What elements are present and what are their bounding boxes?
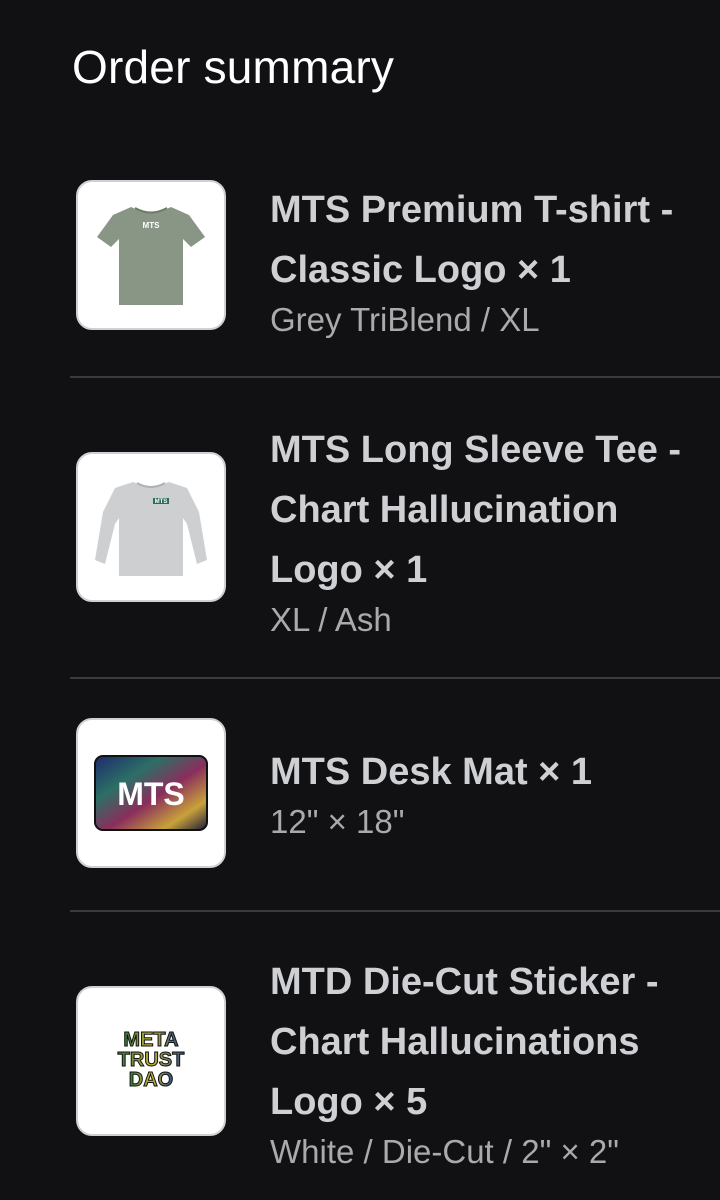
order-item[interactable]: MTS MTS Premium T-shirt - Classic Logo ×…	[0, 180, 720, 338]
sticker-image[interactable]: META TRUST DAO	[76, 986, 226, 1136]
item-variant: 12" × 18"	[270, 803, 405, 840]
desk-mat-logo-text: MTS	[117, 776, 185, 812]
long-sleeve-icon: MTS	[95, 482, 207, 576]
item-variant: Grey TriBlend / XL	[270, 301, 540, 338]
order-item[interactable]: MTS MTS Long Sleeve Tee - Chart Hallucin…	[0, 420, 720, 640]
desk-mat-icon: MTS	[94, 755, 208, 831]
divider	[70, 910, 720, 912]
item-title: MTD Die-Cut Sticker - Chart Hallucinatio…	[270, 961, 659, 1123]
item-title: MTS Long Sleeve Tee - Chart Hallucinatio…	[270, 429, 682, 591]
item-variant: XL / Ash	[270, 601, 392, 638]
long-sleeve-image[interactable]: MTS	[76, 452, 226, 602]
order-item[interactable]: META TRUST DAO MTD Die-Cut Sticker - Cha…	[0, 952, 720, 1182]
long-sleeve-logo-text: MTS	[155, 499, 168, 505]
tshirt-logo-text: MTS	[143, 221, 161, 230]
tshirt-icon: MTS	[97, 207, 205, 305]
page-title: Order summary	[72, 41, 395, 93]
tshirt-image[interactable]: MTS	[76, 180, 226, 330]
sticker-logo-line: DAO	[129, 1069, 173, 1091]
sticker-icon: META TRUST DAO	[117, 1029, 185, 1092]
item-variant: White / Die-Cut / 2" × 2"	[270, 1133, 619, 1170]
divider	[70, 376, 720, 378]
sticker-logo-line: TRUST	[118, 1049, 185, 1071]
divider	[70, 677, 720, 679]
desk-mat-image[interactable]: MTS	[76, 718, 226, 868]
item-title: MTS Premium T-shirt - Classic Logo × 1	[270, 189, 674, 291]
order-item[interactable]: MTS MTS Desk Mat × 1 12" × 18"	[0, 718, 720, 870]
sticker-logo-line: META	[123, 1029, 178, 1051]
item-title: MTS Desk Mat × 1	[270, 751, 593, 793]
